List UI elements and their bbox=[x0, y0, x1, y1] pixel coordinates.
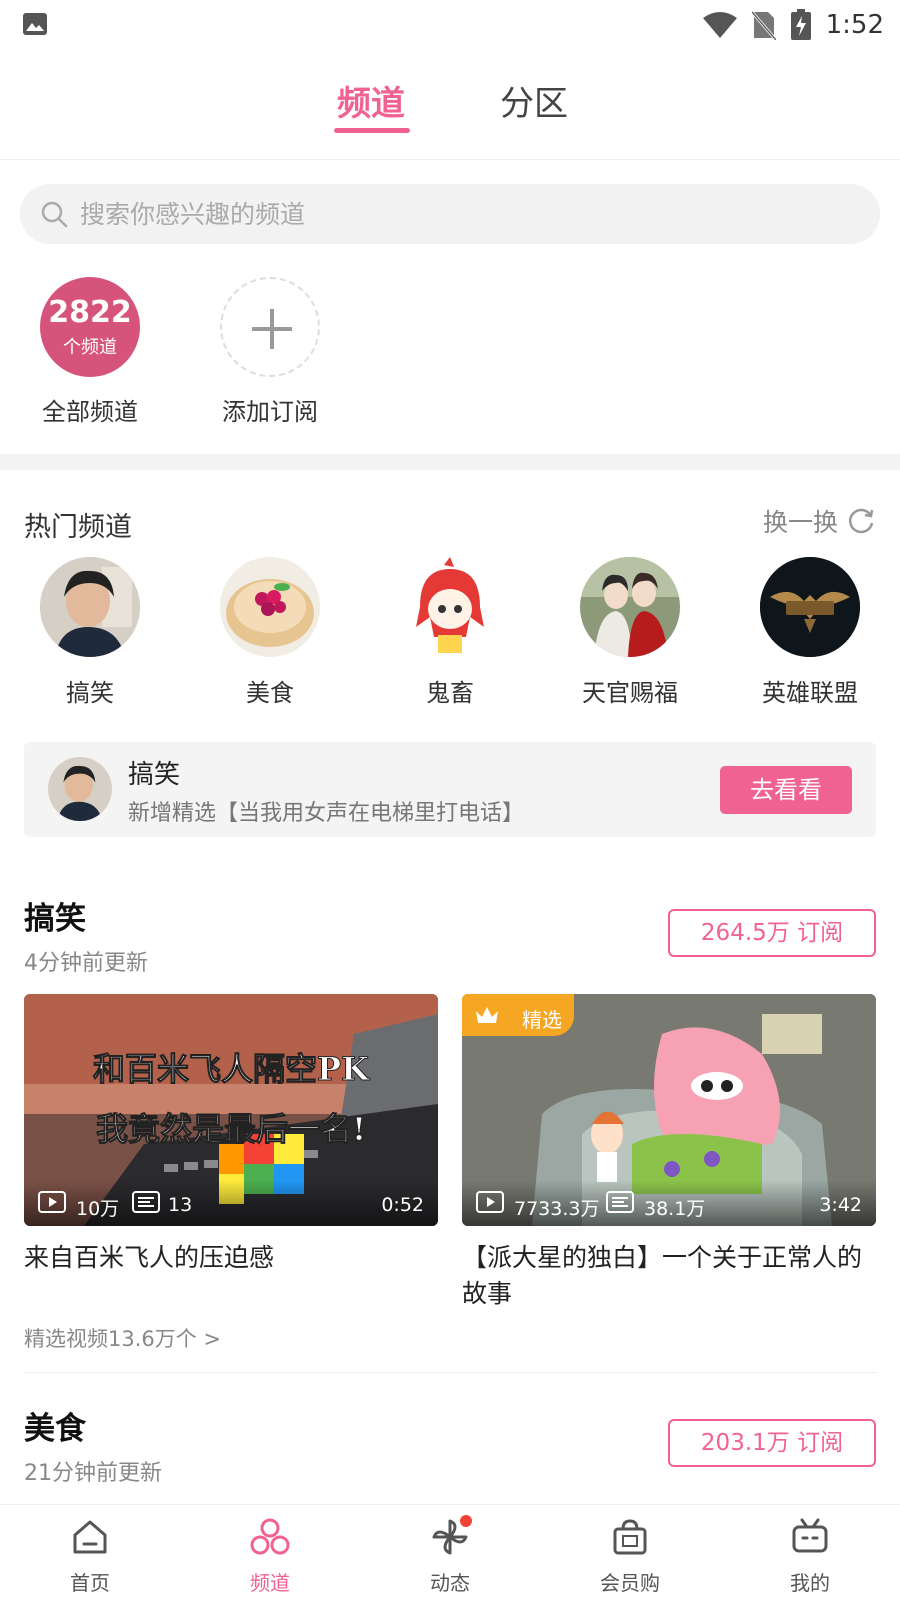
section-separator bbox=[24, 1372, 876, 1373]
nav-home[interactable]: 首页 bbox=[30, 1515, 150, 1596]
overlay-caption-line-1: 和百米飞人隔空PK bbox=[93, 1050, 370, 1088]
danmaku-count: 38.1万 bbox=[644, 1198, 706, 1220]
active-tab-indicator bbox=[334, 128, 410, 133]
play-count-icon bbox=[38, 1191, 66, 1213]
channel-count-unit: 个频道 bbox=[63, 337, 117, 358]
channel-label: 美食 bbox=[246, 679, 294, 707]
top-tab-bar: 频道 分区 bbox=[0, 58, 900, 160]
hot-channel-item[interactable]: 鬼畜 bbox=[375, 557, 525, 708]
more-featured-link[interactable]: 精选视频13.6万个 > bbox=[24, 1323, 221, 1353]
search-input[interactable] bbox=[80, 184, 840, 244]
channel-update-card[interactable]: 搞笑 新增精选【当我用女声在电梯里打电话】 去看看 bbox=[24, 742, 876, 837]
overlay-caption-line-2: 我竟然是最后一名! bbox=[96, 1110, 366, 1148]
section-title[interactable]: 搞笑 bbox=[24, 893, 86, 938]
channel-avatar bbox=[760, 557, 860, 657]
section-divider bbox=[0, 454, 900, 470]
refresh-icon bbox=[848, 508, 874, 534]
update-channel-name: 搞笑 bbox=[128, 760, 181, 790]
shopping-bag-icon bbox=[613, 1519, 647, 1555]
all-channels-label[interactable]: 全部频道 bbox=[20, 392, 160, 427]
nav-label: 首页 bbox=[70, 1571, 110, 1595]
status-time: 1:52 bbox=[825, 10, 884, 40]
notification-dot bbox=[460, 1515, 472, 1527]
featured-badge: 精选 bbox=[462, 994, 574, 1036]
battery-charging-icon bbox=[790, 9, 811, 40]
hot-channel-item[interactable]: 天官赐福 bbox=[555, 557, 705, 708]
play-count: 7733.3万 bbox=[514, 1198, 600, 1220]
channel-avatar bbox=[400, 557, 500, 657]
channel-avatar bbox=[40, 557, 140, 657]
image-icon bbox=[23, 13, 47, 35]
video-card[interactable]: 精选 7733.3万 38.1万 3:42 bbox=[462, 994, 876, 1226]
all-channels-button[interactable]: 2822 个频道 bbox=[40, 277, 140, 377]
nav-label: 频道 bbox=[250, 1571, 290, 1595]
hot-channels-title: 热门频道 bbox=[24, 512, 132, 543]
refresh-label: 换一换 bbox=[762, 508, 838, 537]
channel-label: 鬼畜 bbox=[426, 679, 474, 707]
section-updated-time: 21分钟前更新 bbox=[24, 1461, 162, 1486]
video-card[interactable]: 和百米飞人隔空PK 我竟然是最后一名! 10万 13 0:52 bbox=[24, 994, 438, 1226]
channels-icon bbox=[250, 1518, 290, 1555]
search-icon bbox=[41, 201, 68, 228]
status-right: 1:52 bbox=[702, 8, 884, 42]
channel-label: 天官赐福 bbox=[582, 679, 678, 707]
nav-channels[interactable]: 频道 bbox=[210, 1515, 330, 1596]
video-stats-bar: 7733.3万 38.1万 3:42 bbox=[462, 1180, 876, 1226]
channel-count: 2822 bbox=[48, 295, 132, 330]
tv-icon bbox=[792, 1518, 828, 1553]
crown-icon bbox=[476, 1007, 498, 1023]
nav-shop[interactable]: 会员购 bbox=[570, 1515, 690, 1596]
channel-avatar bbox=[220, 557, 320, 657]
channel-avatar bbox=[48, 757, 112, 821]
no-sim-icon bbox=[751, 11, 776, 40]
section-title[interactable]: 美食 bbox=[24, 1403, 86, 1448]
danmaku-icon bbox=[606, 1191, 634, 1213]
go-see-button[interactable]: 去看看 bbox=[720, 766, 852, 814]
play-count-icon bbox=[476, 1191, 504, 1213]
channel-label: 英雄联盟 bbox=[762, 679, 858, 707]
hot-channel-item[interactable]: 英雄联盟 bbox=[735, 557, 885, 708]
channel-avatar bbox=[580, 557, 680, 657]
play-count: 10万 bbox=[76, 1198, 120, 1220]
wifi-icon bbox=[702, 12, 737, 38]
danmaku-icon bbox=[132, 1191, 160, 1213]
nav-profile[interactable]: 我的 bbox=[750, 1515, 870, 1596]
tab-categories[interactable]: 分区 bbox=[500, 76, 568, 125]
subscribe-button[interactable]: 264.5万 订阅 bbox=[668, 909, 876, 957]
home-icon bbox=[73, 1520, 107, 1554]
nav-dynamics[interactable]: 动态 bbox=[390, 1515, 510, 1596]
nav-label: 动态 bbox=[430, 1571, 470, 1595]
search-bar[interactable] bbox=[20, 184, 880, 244]
tab-channels[interactable]: 频道 bbox=[337, 76, 405, 125]
update-description: 新增精选【当我用女声在电梯里打电话】 bbox=[128, 801, 525, 826]
video-duration: 3:42 bbox=[819, 1194, 862, 1216]
section-updated-time: 4分钟前更新 bbox=[24, 951, 148, 976]
video-duration: 0:52 bbox=[381, 1194, 424, 1216]
featured-label: 精选 bbox=[522, 1008, 562, 1032]
subscribe-button[interactable]: 203.1万 订阅 bbox=[668, 1419, 876, 1467]
hot-channel-item[interactable]: 美食 bbox=[195, 557, 345, 708]
add-subscription-button[interactable] bbox=[220, 277, 320, 377]
nav-label: 会员购 bbox=[600, 1571, 660, 1595]
add-subscription-label[interactable]: 添加订阅 bbox=[200, 392, 340, 427]
video-title[interactable]: 来自百米飞人的压迫感 bbox=[24, 1240, 438, 1276]
video-stats-bar: 10万 13 0:52 bbox=[24, 1180, 438, 1226]
status-bar: 1:52 bbox=[0, 0, 900, 50]
channel-label: 搞笑 bbox=[66, 679, 114, 707]
refresh-button[interactable]: 换一换 bbox=[763, 503, 876, 539]
video-title[interactable]: 【派大星的独白】一个关于正常人的故事 bbox=[462, 1240, 876, 1312]
nav-label: 我的 bbox=[790, 1571, 830, 1595]
bottom-nav: 首页 频道 动态 会员购 我的 bbox=[0, 1504, 900, 1600]
danmaku-count: 13 bbox=[168, 1194, 193, 1216]
hot-channel-item[interactable]: 搞笑 bbox=[15, 557, 165, 708]
